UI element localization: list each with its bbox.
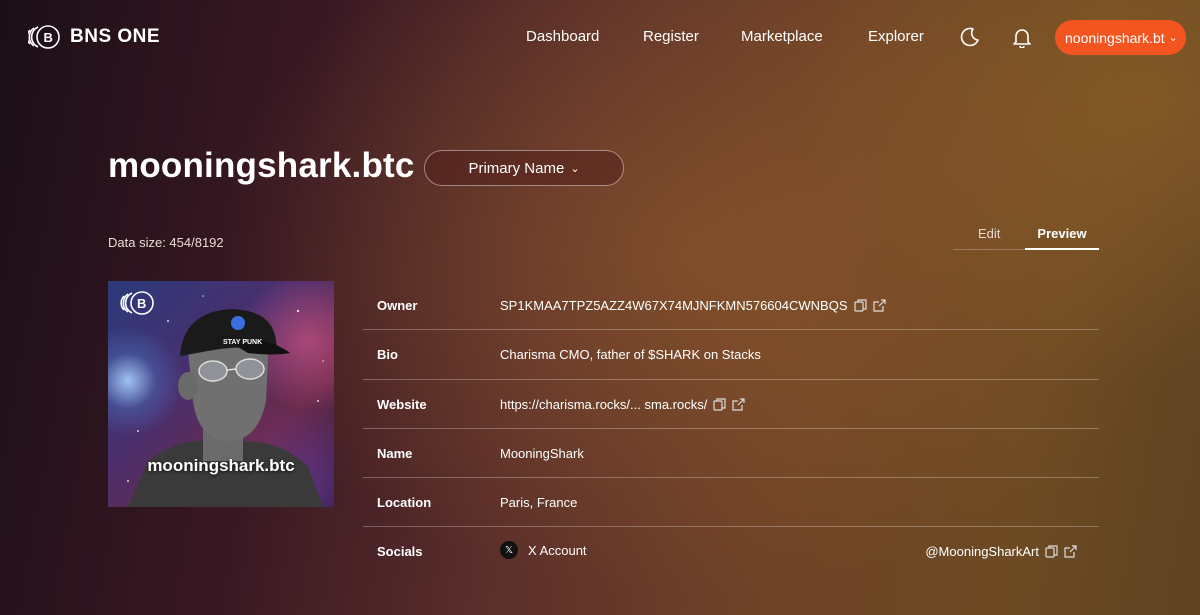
svg-text:B: B bbox=[44, 30, 53, 45]
bns-logo-icon: B bbox=[28, 25, 60, 49]
website-link[interactable]: https://charisma.rocks/... sma.rocks/ bbox=[500, 397, 707, 412]
detail-row-name: Name MooningShark bbox=[363, 429, 1099, 479]
website-label: Website bbox=[377, 396, 427, 412]
bio-label: Bio bbox=[377, 347, 398, 363]
profile-details-table: Owner SP1KMAA7TPZ5AZZ4W67X74MJNFKMN57660… bbox=[363, 281, 1099, 577]
svg-text:STAY PUNK: STAY PUNK bbox=[223, 339, 262, 346]
chevron-down-icon: ⌄ bbox=[1168, 32, 1178, 44]
tab-preview[interactable]: Preview bbox=[1025, 226, 1099, 250]
brand-logo[interactable]: B BNS ONE bbox=[28, 24, 160, 50]
detail-row-website: Website https://charisma.rocks/... sma.r… bbox=[363, 380, 1099, 429]
copy-icon[interactable] bbox=[1045, 545, 1058, 559]
tab-edit[interactable]: Edit bbox=[978, 226, 1000, 241]
data-size-text: Data size: 454/8192 bbox=[108, 235, 224, 250]
user-account-label: nooningshark.bt bbox=[1065, 29, 1165, 46]
top-nav-bar: B BNS ONE Dashboard Register Marketplace… bbox=[0, 0, 1200, 74]
social-account-label: X Account bbox=[528, 542, 587, 558]
name-value: MooningShark bbox=[500, 445, 584, 461]
name-label: Name bbox=[377, 445, 413, 461]
user-account-button[interactable]: nooningshark.bt ⌄ bbox=[1055, 20, 1186, 55]
copy-icon[interactable] bbox=[713, 397, 726, 411]
avatar-caption: mooningshark.btc bbox=[147, 456, 295, 475]
brand-name: BNS ONE bbox=[70, 26, 161, 47]
detail-row-location: Location Paris, France bbox=[363, 478, 1099, 528]
profile-avatar-image: B STAY PUNK mooningshark.btc bbox=[108, 281, 334, 507]
chevron-down-icon: ⌄ bbox=[570, 162, 580, 175]
external-link-icon[interactable] bbox=[1064, 545, 1077, 559]
page-title: mooningshark.btc bbox=[108, 146, 415, 185]
detail-row-socials: Socials 𝕏 X Account @MooningSharkArt bbox=[363, 527, 1099, 576]
bell-icon[interactable] bbox=[1011, 26, 1033, 48]
primary-name-dropdown[interactable]: Primary Name ⌄ bbox=[424, 150, 624, 186]
bio-value: Charisma CMO, father of $SHARK on Stacks bbox=[500, 347, 761, 363]
x-logo-icon: 𝕏 bbox=[500, 541, 518, 560]
location-label: Location bbox=[377, 495, 432, 511]
moon-icon[interactable] bbox=[959, 26, 981, 48]
edit-preview-tabs: Edit Preview bbox=[953, 222, 1099, 250]
external-link-icon[interactable] bbox=[732, 397, 745, 411]
svg-text:B: B bbox=[137, 296, 146, 311]
owner-label: Owner bbox=[377, 298, 418, 313]
copy-icon[interactable] bbox=[853, 299, 867, 312]
external-link-icon[interactable] bbox=[872, 299, 886, 312]
nav-dashboard[interactable]: Dashboard bbox=[526, 28, 599, 45]
location-value: Paris, France bbox=[500, 495, 578, 511]
detail-row-bio: Bio Charisma CMO, father of $SHARK on St… bbox=[363, 330, 1099, 380]
social-handle[interactable]: @MooningSharkArt bbox=[925, 544, 1039, 559]
socials-label: Socials bbox=[377, 544, 423, 560]
nav-register[interactable]: Register bbox=[643, 28, 699, 45]
nav-marketplace[interactable]: Marketplace bbox=[741, 28, 823, 45]
detail-row-owner: Owner SP1KMAA7TPZ5AZZ4W67X74MJNFKMN57660… bbox=[363, 281, 1099, 331]
nav-explorer[interactable]: Explorer bbox=[868, 28, 924, 45]
owner-address: SP1KMAA7TPZ5AZZ4W67X74MJNFKMN576604CWNBQ… bbox=[500, 298, 848, 313]
primary-name-label: Primary Name bbox=[468, 159, 565, 177]
